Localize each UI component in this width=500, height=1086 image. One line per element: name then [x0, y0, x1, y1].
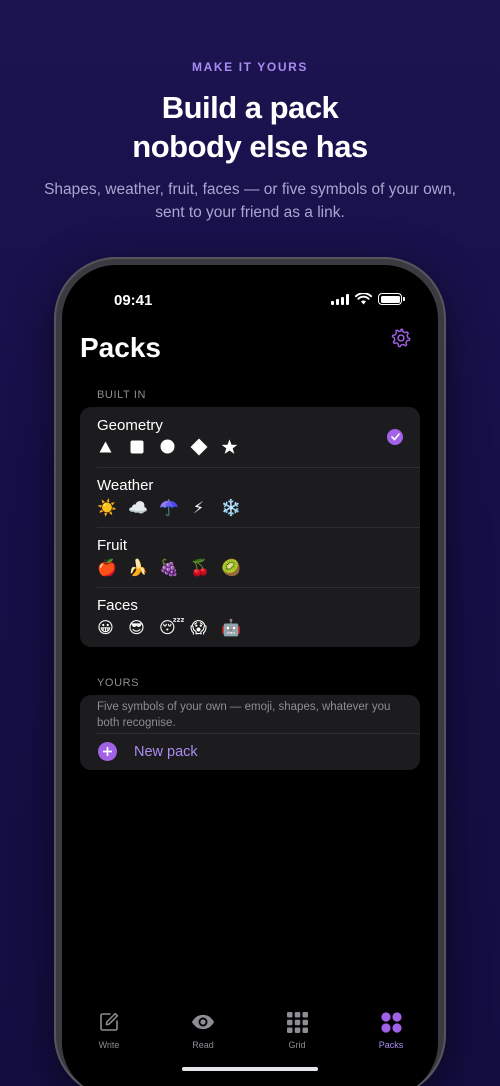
- pack-name: Faces: [97, 597, 138, 614]
- pack-symbols: 😀 😎 😴 😱 🤖: [97, 620, 403, 638]
- eyebrow: MAKE IT YOURS: [192, 60, 308, 74]
- pack-name: Weather: [97, 477, 154, 494]
- tab-packs[interactable]: Packs: [344, 1010, 438, 1060]
- battery-icon: [378, 293, 405, 305]
- pack-row-geometry[interactable]: Geometry: [80, 407, 420, 467]
- status-icons: [331, 293, 405, 305]
- kiwi-icon: 🥝: [221, 560, 241, 577]
- diamond-icon: [190, 438, 208, 461]
- tab-read[interactable]: Read: [156, 1010, 250, 1060]
- section-label-yours: YOURS: [97, 677, 140, 689]
- robot-face-icon: 🤖: [221, 620, 241, 637]
- eye-icon: [191, 1010, 215, 1034]
- wifi-icon: [355, 293, 372, 305]
- triangle-icon: [97, 440, 114, 458]
- circle-icon: [159, 439, 176, 459]
- tab-label: Write: [98, 1040, 120, 1050]
- yours-hint: Five symbols of your own — emoji, shapes…: [97, 701, 391, 729]
- section-label-built-in: BUILT IN: [97, 389, 147, 401]
- grinning-face-icon: 😀: [97, 620, 114, 637]
- builtin-packs-list: Geometry Weather ☀️ ☁️ ☂️ ⚡ ❄️ Fruit 🍎 🍌…: [80, 407, 420, 647]
- new-pack-button[interactable]: New pack: [80, 733, 420, 770]
- tab-label: Packs: [378, 1040, 404, 1050]
- headline-line-1: Build a pack: [161, 90, 339, 125]
- packs-icon: [379, 1010, 403, 1034]
- grid-icon: [285, 1010, 309, 1034]
- new-pack-label: New pack: [134, 743, 198, 760]
- tab-bar: Write Read Grid Packs: [62, 1010, 438, 1060]
- tab-label: Grid: [288, 1040, 306, 1050]
- status-time: 09:41: [114, 292, 153, 309]
- tab-label: Read: [192, 1040, 214, 1050]
- signal-icon: [331, 293, 349, 305]
- plus-icon: [98, 742, 117, 761]
- umbrella-icon: ☂️: [159, 500, 179, 517]
- apple-icon: 🍎: [97, 560, 117, 577]
- pack-symbols: [97, 438, 403, 461]
- sunglasses-face-icon: 😎: [128, 620, 145, 637]
- sun-icon: ☀️: [97, 500, 117, 517]
- home-indicator: [182, 1067, 318, 1071]
- square-icon: [128, 440, 145, 459]
- yours-packs-list: Five symbols of your own — emoji, shapes…: [80, 695, 420, 770]
- tab-grid[interactable]: Grid: [250, 1010, 344, 1060]
- snowflake-icon: ❄️: [221, 500, 241, 517]
- grapes-icon: 🍇: [159, 560, 179, 577]
- selected-checkmark-icon: [387, 429, 403, 445]
- pack-row-fruit[interactable]: Fruit 🍎 🍌 🍇 🍒 🥝: [80, 527, 420, 587]
- screaming-face-icon: 😱: [190, 620, 207, 637]
- cherries-icon: 🍒: [190, 560, 210, 577]
- pack-name: Geometry: [97, 417, 163, 434]
- headline: Build a pack nobody else has: [0, 88, 500, 166]
- lightning-icon: ⚡: [192, 500, 205, 517]
- tab-write[interactable]: Write: [62, 1010, 156, 1060]
- page-title: Packs: [80, 332, 161, 363]
- pack-name: Fruit: [97, 537, 127, 554]
- pack-symbols: 🍎 🍌 🍇 🍒 🥝: [97, 560, 403, 578]
- phone-screen: 09:41 Packs BUILT IN Geometry Weather ☀️…: [62, 265, 438, 1086]
- compose-icon: [97, 1010, 121, 1034]
- headline-line-2: nobody else has: [132, 129, 368, 164]
- pack-row-weather[interactable]: Weather ☀️ ☁️ ☂️ ⚡ ❄️: [80, 467, 420, 527]
- cloud-icon: ☁️: [128, 500, 148, 517]
- banana-icon: 🍌: [128, 560, 148, 577]
- star-icon: [221, 438, 238, 460]
- gear-icon[interactable]: [390, 327, 412, 349]
- pack-row-faces[interactable]: Faces 😀 😎 😴 😱 🤖: [80, 587, 420, 647]
- sleeping-face-icon: 😴: [159, 620, 185, 637]
- subline: Shapes, weather, fruit, faces — or five …: [44, 181, 456, 221]
- phone-frame: 09:41 Packs BUILT IN Geometry Weather ☀️…: [54, 257, 446, 1086]
- pack-symbols: ☀️ ☁️ ☂️ ⚡ ❄️: [97, 500, 403, 518]
